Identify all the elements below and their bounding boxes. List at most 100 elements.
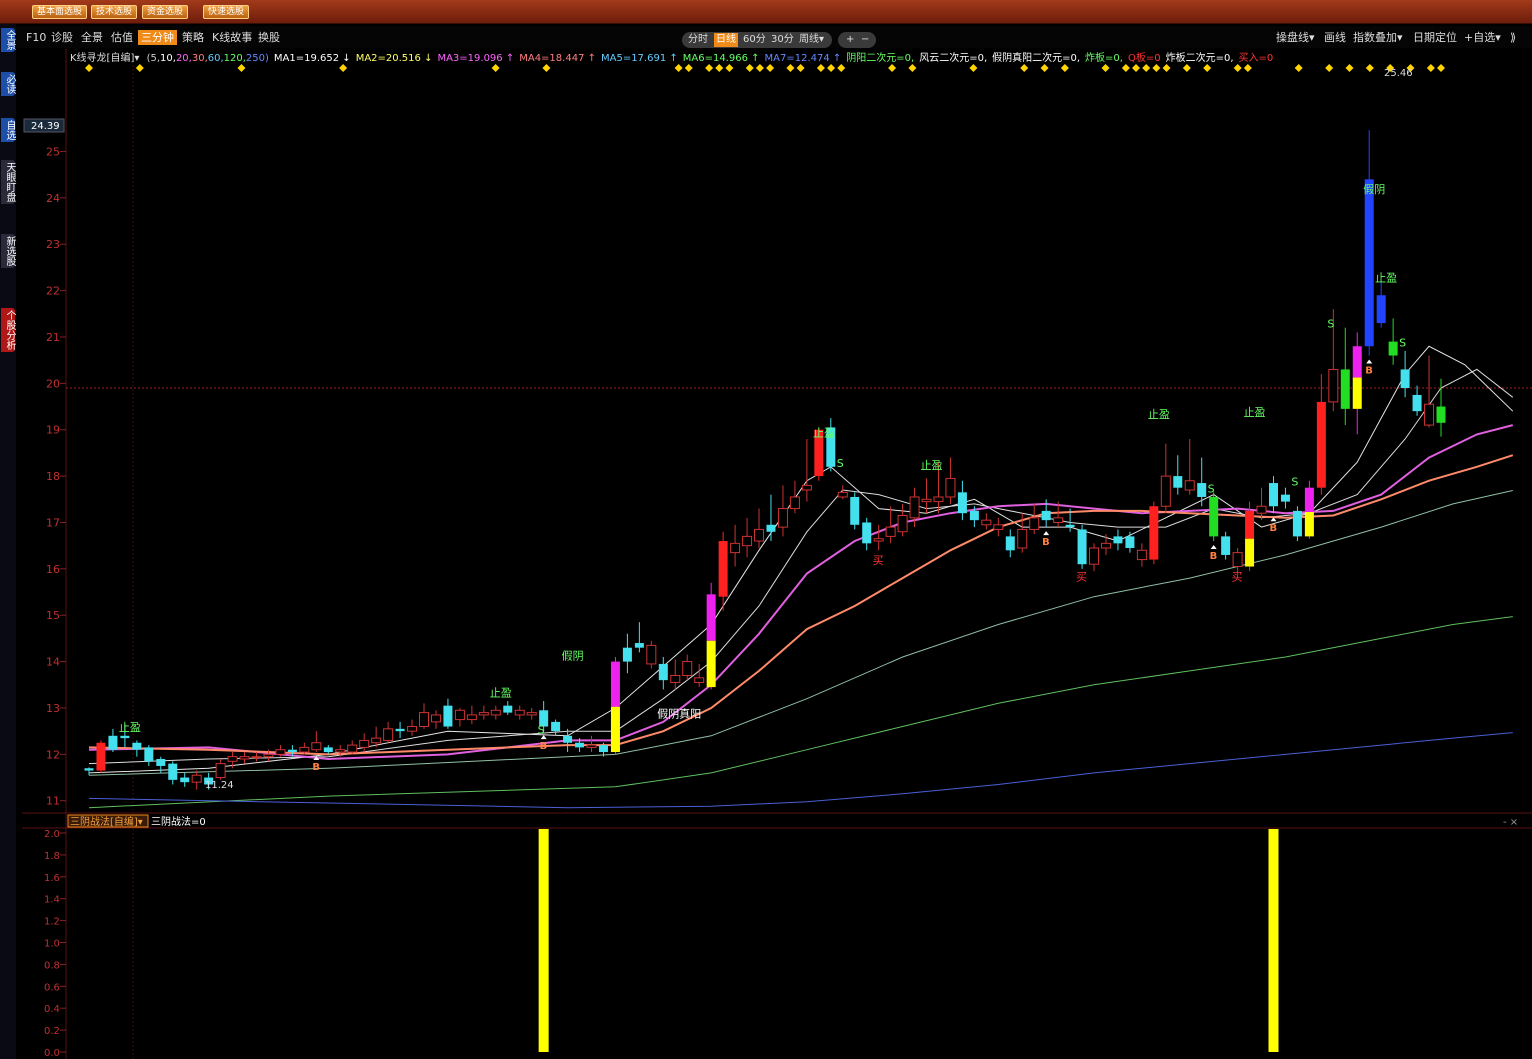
buy-marker: B [540, 741, 548, 752]
candle-body [132, 742, 142, 750]
signal-label: 买 [873, 554, 884, 567]
signal-label: 假阴真阳 [657, 706, 701, 720]
candle-body [419, 712, 430, 728]
candle-body [466, 714, 477, 721]
diamond-marker [684, 64, 693, 72]
sub-tick-label: 1.8 [44, 851, 60, 862]
candle-body [1256, 505, 1267, 514]
candle-body [575, 742, 585, 748]
candle-body [754, 528, 765, 542]
candle-body [622, 647, 632, 662]
sub-panel-controls[interactable]: - × [1503, 817, 1518, 828]
legend-item: 10, [160, 53, 176, 64]
sub-tick-label: 1.0 [44, 939, 60, 950]
diamond-marker [796, 64, 805, 72]
candle-body [897, 515, 908, 533]
diamond-marker [1365, 64, 1374, 72]
candle-body [921, 498, 932, 503]
diamond-marker [1132, 64, 1141, 72]
legend-item: MA2=20.516 ↓ [356, 53, 433, 64]
diamond-marker [1426, 64, 1435, 72]
candle-body [443, 705, 453, 727]
candle-body [299, 746, 310, 753]
price-axis: 11 12 13 14 15 16 17 18 19 20 21 22 23 24 25 [46, 145, 66, 808]
price-tick-label: 16 [46, 563, 60, 576]
legend-item: 20, [176, 53, 192, 64]
candle-body [909, 496, 920, 519]
diamond-marker [85, 64, 93, 72]
signal-label: 止盈 [1375, 271, 1397, 284]
candle-body [789, 496, 800, 510]
buy-marker: B [1210, 551, 1218, 562]
ma-line [88, 454, 1514, 756]
candle-body [490, 709, 501, 716]
diamond-marker [1162, 64, 1171, 72]
legend-item: 60, [208, 53, 224, 64]
candle-body [1304, 487, 1314, 513]
candle-body [1292, 510, 1302, 537]
indicator-name-dropdown[interactable]: K线寻龙[自编]▾ [70, 51, 139, 64]
high-price-label: 25.46 [1384, 68, 1413, 79]
legend-item: 假阴真阳二次元=0, [992, 51, 1080, 64]
candle-body [658, 663, 668, 681]
price-tick-label: 14 [46, 656, 60, 669]
buy-arrow [1366, 359, 1373, 364]
candle-body [1017, 528, 1028, 549]
candle-body [718, 541, 728, 597]
candle-body [1245, 538, 1255, 567]
candle-body [168, 763, 178, 780]
candle-body [1125, 536, 1135, 548]
candle-body [180, 777, 190, 783]
sub-tick-label: 0.6 [44, 982, 60, 993]
buy-arrow [1210, 545, 1217, 550]
diamond-marker [1020, 64, 1029, 72]
legend-item: MA4=18.447 ↑ [519, 53, 596, 64]
sub-tick-label: 0.4 [44, 1004, 60, 1015]
candle-body [766, 524, 776, 532]
buy-marker: B [1269, 523, 1277, 534]
legend-item: (5, [147, 53, 160, 64]
legend-item: MA3=19.096 ↑ [437, 53, 514, 64]
candle-body [323, 747, 333, 753]
signal-label: S [1399, 336, 1406, 349]
sub-indicator-value: 三阴战法=0 [151, 815, 206, 828]
candle-body [706, 640, 716, 688]
candle-body [1029, 517, 1040, 530]
candle-body [1328, 368, 1339, 403]
sub-tick-label: 0.0 [44, 1048, 60, 1059]
candle-body [335, 749, 346, 753]
signal-label: 止盈 [490, 686, 512, 699]
candle-body [1149, 506, 1159, 560]
candle-body [1280, 494, 1290, 502]
price-tick-label: 13 [46, 702, 60, 715]
sub-indicator-name[interactable]: 三阴战法[自编]▾ [70, 815, 143, 828]
diamond-marker [705, 64, 714, 72]
sub-panel-axis: 2.0 1.8 1.6 1.4 1.2 1.0 0.8 0.6 0.4 0.2 0.0 [44, 829, 66, 1059]
candle-body [1424, 403, 1435, 426]
legend-item: MA1=19.652 ↓ [274, 53, 351, 64]
candle-body [263, 753, 274, 758]
price-tick-label: 21 [46, 331, 60, 344]
legend-item: MA5=17.691 ↑ [601, 53, 678, 64]
candle-body [96, 742, 106, 771]
candle-body [383, 728, 394, 741]
candle-body [1400, 369, 1410, 388]
legend-item: 30, [192, 53, 208, 64]
candle-body [1005, 536, 1015, 551]
candle-body [144, 747, 154, 762]
candle-body [969, 510, 979, 521]
diamond-marker [1101, 64, 1110, 72]
price-tick-label: 22 [46, 285, 60, 298]
legend-item: MA6=14.966 ↑ [683, 53, 760, 64]
candle-body [347, 744, 358, 753]
signal-label: 止盈 [1244, 406, 1266, 419]
ma-line [88, 368, 1514, 765]
candle-body [634, 643, 644, 648]
buy-marker: B [1365, 366, 1373, 377]
diamond-marker [1060, 64, 1069, 72]
candle-body [120, 735, 130, 739]
sub-tick-label: 1.4 [44, 895, 60, 906]
price-tick-label: 15 [46, 609, 60, 622]
kline-chart[interactable]: K线寻龙[自编]▾ (5,10,20,30,60,120,250) MA1=19.… [0, 0, 1532, 1059]
sub-tick-label: 0.8 [44, 960, 60, 971]
